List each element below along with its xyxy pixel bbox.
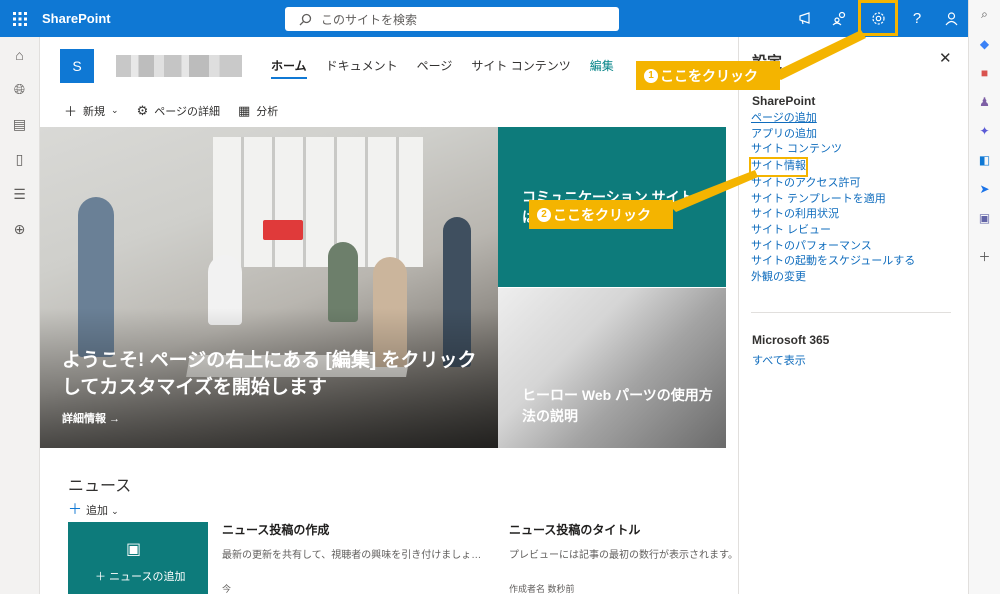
outlook-icon[interactable]: ◧ bbox=[969, 145, 1000, 174]
m365-icon[interactable]: ✦ bbox=[969, 116, 1000, 145]
search-icon bbox=[299, 13, 312, 25]
nav-home[interactable]: ホーム bbox=[271, 57, 307, 79]
news-add-label: 追加 bbox=[86, 505, 108, 517]
settings-section-m365: Microsoft 365 bbox=[752, 333, 830, 347]
person-icon[interactable]: ♟ bbox=[969, 87, 1000, 116]
annotation-callout-1: 1 ここをクリック bbox=[636, 61, 780, 90]
create-icon[interactable]: ⊕ bbox=[0, 212, 39, 247]
plus-icon: ＋ bbox=[68, 501, 82, 517]
settings-link-site-info[interactable]: サイト情報 bbox=[749, 157, 808, 177]
site-navigation: ホーム ドキュメント ページ サイト コンテンツ 編集 bbox=[271, 57, 633, 79]
search-placeholder: このサイトを検索 bbox=[321, 12, 418, 27]
hero-tile-webpart[interactable]: ヒーロー Web パーツの使用方法の説明 bbox=[498, 288, 726, 448]
settings-panel: 設定 ✕ SharePoint ページの追加 アプリの追加 サイト コンテンツ … bbox=[738, 37, 968, 594]
add-news-card[interactable]: ▣ ＋ ニュースの追加 bbox=[68, 522, 208, 594]
file-icon[interactable]: ▯ bbox=[0, 142, 39, 177]
news-item[interactable]: ニュース投稿のタイトル プレビューには記事の最初の数行が表示されます。 作成者名… bbox=[509, 521, 738, 594]
nav-pages[interactable]: ページ bbox=[417, 57, 453, 79]
list-icon[interactable]: ☰ bbox=[0, 177, 39, 212]
megaphone-icon[interactable] bbox=[788, 0, 822, 37]
hero-title: ようこそ! ページの右上にある [編集] をクリックしてカスタマイズを開始します bbox=[62, 350, 477, 398]
analytics-icon: ▦ bbox=[238, 102, 251, 118]
settings-link-site-review[interactable]: サイト レビュー bbox=[751, 223, 915, 239]
callout-number: 1 bbox=[644, 68, 658, 83]
nav-documents[interactable]: ドキュメント bbox=[326, 57, 398, 79]
news-item-desc: プレビューには記事の最初の数行が表示されます。 bbox=[509, 550, 738, 561]
hero-more-link[interactable]: 詳細情報 → bbox=[62, 410, 120, 426]
command-bar: ＋ 新規 ⌄ ⚙ ページの詳細 ▦ 分析 bbox=[64, 101, 296, 120]
settings-link-schedule-launch[interactable]: サイトの起動をスケジュールする bbox=[751, 254, 915, 270]
app-bar: ⌂ 🌐︎ ▤ ▯ ☰ ⊕ bbox=[0, 37, 40, 594]
site-logo[interactable]: S bbox=[60, 49, 94, 83]
new-button[interactable]: ＋ 新規 ⌄ bbox=[64, 101, 119, 120]
news-item-author: 作成者名 数秒前 bbox=[509, 584, 575, 594]
news-add-button[interactable]: ＋ 追加 ⌄ bbox=[68, 499, 119, 519]
hero-main-tile[interactable]: ようこそ! ページの右上にある [編集] をクリックしてカスタマイズを開始します… bbox=[40, 127, 498, 448]
close-icon[interactable]: ✕ bbox=[939, 49, 952, 67]
add-icon[interactable]: ＋ bbox=[969, 242, 1000, 271]
nav-site-contents[interactable]: サイト コンテンツ bbox=[471, 57, 570, 79]
annotation-callout-2: 2 ここをクリック bbox=[529, 200, 673, 229]
settings-link-site-contents[interactable]: サイト コンテンツ bbox=[751, 142, 915, 158]
nav-edit[interactable]: 編集 bbox=[590, 57, 614, 79]
callout-number: 2 bbox=[537, 207, 551, 222]
suite-header: SharePoint このサイトを検索 ? bbox=[0, 0, 968, 37]
share-people-icon[interactable] bbox=[822, 0, 856, 37]
settings-link-change-look[interactable]: 外観の変更 bbox=[751, 270, 915, 286]
chevron-down-icon: ⌄ bbox=[111, 105, 119, 115]
browser-sidebar: ⌕ ◆ ■ ♟ ✦ ◧ ➤ ▣ ＋ bbox=[968, 0, 1000, 594]
account-icon[interactable] bbox=[934, 0, 968, 37]
settings-divider bbox=[751, 312, 951, 313]
toolbox-icon[interactable]: ■ bbox=[969, 58, 1000, 87]
settings-link-site-permissions[interactable]: サイトのアクセス許可 bbox=[751, 176, 915, 192]
add-news-label: ＋ ニュースの追加 bbox=[95, 571, 186, 583]
settings-link-add-app[interactable]: アプリの追加 bbox=[751, 127, 915, 143]
plus-icon: ＋ bbox=[64, 104, 78, 119]
settings-link-site-usage[interactable]: サイトの利用状況 bbox=[751, 207, 915, 223]
home-icon[interactable]: ⌂ bbox=[0, 37, 39, 72]
app-launcher-icon[interactable] bbox=[0, 0, 40, 37]
news-heading: ニュース bbox=[68, 478, 132, 495]
send-icon[interactable]: ➤ bbox=[969, 174, 1000, 203]
callout-text: ここをクリック bbox=[553, 206, 651, 223]
callout-text: ここをクリック bbox=[660, 67, 758, 84]
globe-icon[interactable]: 🌐︎ bbox=[0, 72, 39, 107]
gear-icon[interactable] bbox=[858, 0, 898, 36]
search-input[interactable]: このサイトを検索 bbox=[285, 7, 619, 31]
page-canvas: S ホーム ドキュメント ページ サイト コンテンツ 編集 ＋ 新規 ⌄ ⚙ ページの… bbox=[40, 37, 738, 594]
hero-photo-lamp bbox=[263, 220, 303, 240]
analytics-button[interactable]: ▦ 分析 bbox=[238, 103, 278, 119]
news-icon[interactable]: ▤ bbox=[0, 107, 39, 142]
gear-icon: ⚙ bbox=[136, 102, 149, 118]
news-item-headline: ニュース投稿のタイトル bbox=[509, 523, 641, 537]
news-item-headline: ニュース投稿の作成 bbox=[222, 523, 330, 537]
help-icon[interactable]: ? bbox=[900, 0, 934, 37]
settings-link-site-performance[interactable]: サイトのパフォーマンス bbox=[751, 239, 915, 255]
settings-link-apply-template[interactable]: サイト テンプレートを適用 bbox=[751, 192, 915, 208]
hero-tile-webpart-text: ヒーロー Web パーツの使用方法の説明 bbox=[522, 387, 713, 424]
page-details-label: ページの詳細 bbox=[154, 105, 220, 118]
chevron-down-icon: ⌄ bbox=[111, 506, 119, 516]
news-item-desc: 最新の更新を共有して、視聴者の興味を引き付けましょ… bbox=[222, 550, 482, 561]
app-name[interactable]: SharePoint bbox=[42, 11, 111, 26]
analytics-label: 分析 bbox=[256, 105, 279, 118]
new-label: 新規 bbox=[83, 105, 106, 118]
site-name-blurred bbox=[116, 55, 242, 77]
search-icon[interactable]: ⌕ bbox=[969, 0, 1000, 29]
settings-link-show-all[interactable]: すべて表示 bbox=[752, 354, 806, 370]
tag-icon[interactable]: ◆ bbox=[969, 29, 1000, 58]
hero-photo-window bbox=[213, 137, 423, 267]
settings-section-sharepoint: SharePoint bbox=[752, 94, 816, 108]
settings-links: ページの追加 アプリの追加 サイト コンテンツ サイト情報 サイトのアクセス許可… bbox=[749, 111, 915, 286]
teams-icon[interactable]: ▣ bbox=[969, 203, 1000, 232]
page-details-button[interactable]: ⚙ ページの詳細 bbox=[137, 103, 220, 119]
settings-link-add-page[interactable]: ページの追加 bbox=[751, 111, 915, 127]
news-item[interactable]: ニュース投稿の作成 最新の更新を共有して、視聴者の興味を引き付けましょ… 今 bbox=[222, 521, 481, 594]
news-icon: ▣ bbox=[126, 541, 142, 558]
news-item-author: 今 bbox=[222, 584, 232, 594]
